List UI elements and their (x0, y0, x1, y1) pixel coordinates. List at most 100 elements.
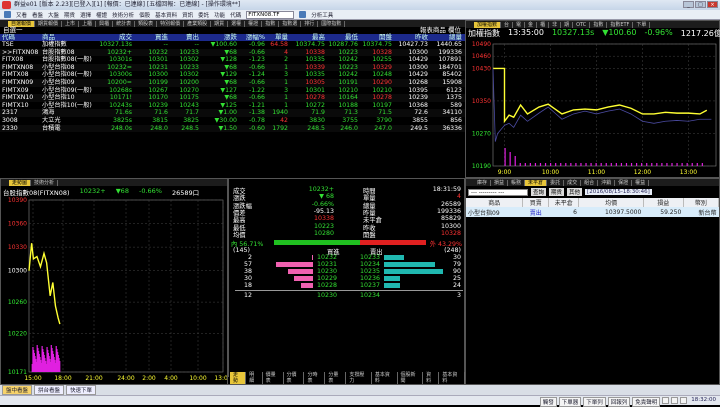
chart-view-tab[interactable]: 資料 (423, 372, 440, 384)
status-check-icon[interactable] (680, 397, 688, 404)
column-header-code[interactable]: 代碼 (2, 34, 15, 41)
column-header-high[interactable]: 最高 (312, 34, 325, 41)
bid-price[interactable]: 10228 (317, 282, 337, 289)
chart-view-tab[interactable]: 價量表 (263, 372, 284, 384)
menu-item[interactable]: 又看 (16, 11, 27, 19)
ask-price[interactable]: 10234 (360, 261, 380, 268)
status-button[interactable]: 觸發 (539, 397, 557, 407)
cell-pct: -0.66 (248, 63, 265, 71)
ask-price[interactable]: 10235 (360, 268, 380, 275)
menu-item[interactable]: 技術分析 (112, 11, 134, 19)
chart-view-tab[interactable]: 分量表 (325, 372, 347, 384)
watchlist-row[interactable]: TSE 加權指數 10327.13s -- -- ▼100.60 -0.96 64.58 103… (0, 41, 465, 49)
menu-item[interactable]: 個股 (139, 11, 150, 19)
positions-column-header[interactable]: 買賣 (522, 198, 550, 207)
column-header-ask[interactable]: 賣出 (186, 34, 199, 41)
ask-price[interactable]: 10236 (360, 275, 380, 282)
chart-view-tab[interactable]: 分時表 (304, 372, 326, 384)
ask-price[interactable]: 10237 (360, 282, 380, 289)
menu-item[interactable]: 選擇 (80, 11, 91, 19)
menu-item[interactable]: 委託 (198, 11, 209, 19)
chart-view-tab[interactable]: 走勢 (230, 372, 247, 384)
positions-tab[interactable]: 組合 (581, 180, 599, 186)
watchlist-row[interactable]: FITX08 台股指數08(一般) 10301s 10301 10302 ▼128 -1.2… (0, 56, 465, 64)
chart-view-tab[interactable]: 個股新聞 (398, 372, 424, 384)
watchlist-row[interactable]: FIMTX08 小型台指08(一般) 10300s 10300 10302 ▼129 -1.… (0, 71, 465, 79)
positions-column-header[interactable]: 損益 (643, 198, 684, 207)
minimize-button[interactable]: _ (683, 1, 694, 8)
bid-price[interactable]: 10232 (317, 254, 337, 261)
index-chart[interactable]: 10490 10460 10430 10350 10270 10190 9:00 10:00 1… (466, 39, 719, 178)
status-check-icon[interactable] (671, 397, 679, 404)
menu-item[interactable]: 權證 (96, 11, 107, 19)
menu-item[interactable]: 資訊 (182, 11, 193, 19)
cell-name: 加權指數 (42, 41, 67, 48)
watchlist-row[interactable]: FIMTXN09 小型台指09 10200= 10199 10200 ▼68 -0.66 1 1… (0, 79, 465, 87)
column-header-open[interactable]: 開盤 (379, 34, 392, 41)
menu-item[interactable]: 看盤 (32, 11, 43, 19)
positions-tab[interactable]: 權益 (632, 180, 650, 186)
positions-tab[interactable]: 帳務 (508, 180, 526, 186)
type-select[interactable]: 期貨 (549, 188, 565, 196)
positions-tab[interactable]: 庫存 (474, 180, 492, 186)
positions-tab[interactable]: 委託 (547, 180, 565, 186)
column-header-price[interactable]: 成交 (119, 34, 132, 41)
positions-column-header[interactable]: 均價 (578, 198, 644, 207)
column-header-bid[interactable]: 買進 (155, 34, 168, 41)
status-check-icon[interactable] (662, 397, 670, 404)
column-header-total[interactable]: 總量 (449, 34, 462, 41)
chart-view-tab[interactable]: 明細 (246, 372, 263, 384)
watchlist-row[interactable]: FIMTXN10 小型台指10 10171! 10170 10175 ▼68 -0.66 1 1… (0, 94, 465, 102)
other-button[interactable]: 其他 (567, 188, 583, 196)
window-tab[interactable]: 快速下單 (66, 385, 97, 395)
position-row[interactable]: 小型台指09 賣出 6 10397.5000 59.250 新台幣 (466, 207, 719, 217)
maximize-button[interactable]: □ (695, 1, 706, 8)
bid-price[interactable]: 10230 (317, 268, 337, 275)
code-input[interactable]: FITXN08.TF (246, 10, 295, 19)
column-header-change[interactable]: 漲跌 (224, 34, 237, 41)
status-button[interactable]: 回報列 (607, 397, 631, 407)
column-header-prevclose[interactable]: 昨收 (415, 34, 428, 41)
close-button[interactable]: × (707, 1, 718, 8)
watchlist-row[interactable]: FIMTX10 小型台指10(一般) 10243s 10239 10243 ▼125 -1.… (0, 102, 465, 110)
chart-view-tab[interactable]: 支撐壓力 (346, 372, 372, 384)
futures-tab[interactable]: 走勢圖 (9, 180, 32, 186)
account-select[interactable]: --- --------- --- (468, 188, 528, 196)
menu-item[interactable]: 大盤 (48, 11, 59, 19)
menu-item[interactable]: 期貨 (64, 11, 75, 19)
positions-tab[interactable]: 沖銷 (598, 180, 616, 186)
column-header-name[interactable]: 商品 (42, 34, 55, 41)
positions-tab[interactable]: 成交 (564, 180, 582, 186)
futures-tab[interactable]: 技術分析 (31, 180, 59, 186)
column-header-low[interactable]: 最低 (345, 34, 358, 41)
chart-view-tab[interactable]: 基本資料 (439, 372, 465, 384)
column-header-pct[interactable]: 漲幅% (246, 34, 265, 41)
positions-tab[interactable]: 損益 (491, 180, 509, 186)
bid-price[interactable]: 10229 (317, 275, 337, 282)
watchlist-row[interactable]: 2317 鴻海 71.6s 71.6 71.7 ▼1.00 -1.38 1940 71.9 71.… (0, 109, 465, 117)
positions-column-header[interactable]: 商品 (466, 198, 524, 207)
positions-tab[interactable]: 保證 (615, 180, 633, 186)
window-tab[interactable]: 拼台看盤 (34, 385, 65, 395)
menu-item[interactable]: 功能 (214, 11, 225, 19)
positions-column-header[interactable]: 幣別 (683, 198, 720, 207)
futures-chart[interactable]: 1039010360103301030010260102201017115:00… (1, 196, 227, 385)
status-button[interactable]: 下單器 (558, 397, 582, 407)
status-button[interactable]: 下單列 (583, 397, 606, 407)
search-icon[interactable] (299, 11, 307, 18)
ask-price[interactable]: 10233 (360, 254, 380, 261)
chart-view-tab[interactable]: 分價表 (284, 372, 305, 384)
watchlist-row[interactable]: 3008 大立光 3825s 3815 3825 ▼30.00 -0.78 42 3830 375… (0, 117, 465, 125)
column-header-volume[interactable]: 單量 (275, 34, 288, 41)
chart-view-tab[interactable]: 基本資料 (372, 372, 398, 384)
menu-item[interactable]: 基本資料 (155, 11, 177, 19)
analysis-tools-menu[interactable]: 分析工具 (311, 11, 333, 19)
status-button[interactable]: 免責聲明 (632, 397, 661, 407)
positions-column-header[interactable]: 未平倉 (548, 198, 580, 207)
bid-price[interactable]: 10231 (317, 261, 337, 268)
watchlist-row[interactable]: 2330 台積電 248.0s 248.0 248.5 ▼1.50 -0.60 1792 248… (0, 124, 465, 133)
query-button[interactable]: 查詢 (531, 188, 547, 196)
home-icon[interactable] (4, 11, 11, 18)
positions-tab[interactable]: 未平倉 (525, 180, 548, 186)
window-tab[interactable]: 盤中看盤 (2, 385, 33, 395)
